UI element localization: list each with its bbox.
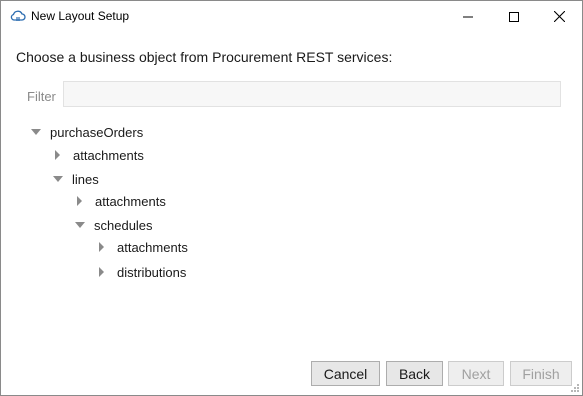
tree-node-distributions[interactable]: distributions [97,262,186,282]
tree-node-label: schedules [94,217,153,233]
expand-arrow-icon[interactable] [53,176,63,182]
close-icon [553,11,565,22]
tree-node-schedules-attachments[interactable]: attachments [97,237,188,257]
cancel-button[interactable]: Cancel [311,361,380,386]
tree-node-label: attachments [73,147,144,163]
expand-arrow-icon[interactable] [75,222,85,228]
title-bar[interactable]: New Layout Setup [1,1,582,32]
filter-label: Filter [27,89,56,104]
instruction-text: Choose a business object from Procuremen… [16,49,393,65]
next-button[interactable]: Next [448,361,504,386]
tree-node-schedules[interactable]: schedules [75,215,153,235]
tree-node-label: attachments [95,193,166,209]
tree-node-label: lines [72,171,99,187]
minimize-icon [463,16,473,17]
maximize-button[interactable] [491,1,537,32]
tree-node-purchaseorders[interactable]: purchaseOrders [31,122,143,142]
tree-node-label: attachments [117,239,188,255]
filter-input[interactable] [63,81,561,107]
close-button[interactable] [536,1,582,32]
expand-arrow-icon[interactable] [31,129,41,135]
back-button[interactable]: Back [386,361,443,386]
tree-node-label: purchaseOrders [50,124,144,140]
dialog-window: New Layout Setup Choose a business objec… [0,0,583,396]
collapse-arrow-icon[interactable] [99,267,104,277]
finish-button[interactable]: Finish [510,361,572,386]
tree-node-attachments[interactable]: attachments [53,145,144,165]
cloud-icon [10,10,26,21]
tree-node-lines[interactable]: lines [53,169,99,189]
minimize-button[interactable] [445,1,491,32]
collapse-arrow-icon[interactable] [55,150,60,160]
tree-node-label: distributions [117,264,187,280]
maximize-icon [509,11,519,22]
tree-node-lines-attachments[interactable]: attachments [75,191,166,211]
collapse-arrow-icon[interactable] [99,242,104,252]
resize-grip-icon[interactable] [570,383,580,393]
window-title: New Layout Setup [31,9,130,23]
collapse-arrow-icon[interactable] [77,196,82,206]
